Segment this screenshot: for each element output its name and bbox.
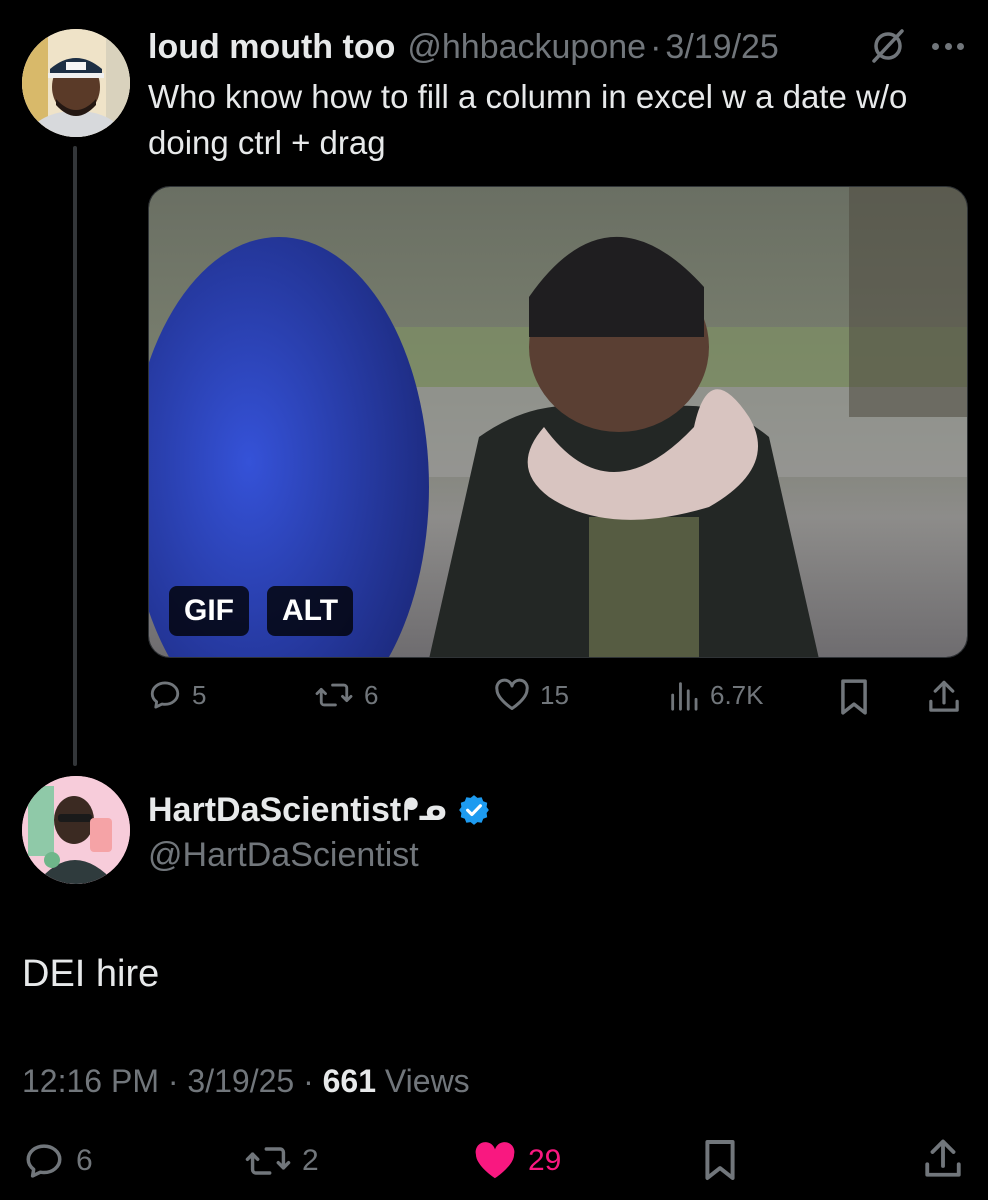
like-icon <box>475 1142 515 1179</box>
gif-badge: GIF <box>169 586 249 636</box>
share-button[interactable] <box>926 678 962 716</box>
tweet-media-gif[interactable]: GIF ALT <box>148 186 968 658</box>
name-emoji: ᖰᓄ <box>403 793 447 827</box>
bookmark-icon <box>841 679 867 715</box>
like-count: 29 <box>528 1144 562 1177</box>
reply-author-line: HartDaScientist ᖰᓄ <box>148 786 491 834</box>
repost-button[interactable]: 2 <box>244 1140 319 1182</box>
share-icon <box>929 680 959 712</box>
repost-icon <box>315 683 353 707</box>
reply-icon <box>150 681 180 709</box>
reply-time[interactable]: 12:16 PM <box>22 1063 159 1099</box>
more-icon[interactable] <box>928 36 968 56</box>
reply-author-name[interactable]: HartDaScientist <box>148 791 401 830</box>
mute-icon[interactable] <box>868 26 908 66</box>
like-button[interactable]: 15 <box>494 678 569 712</box>
reply-author-handle[interactable]: @HartDaScientist <box>148 834 419 876</box>
thread-line <box>73 146 77 766</box>
avatar[interactable] <box>22 776 130 884</box>
bookmark-button[interactable] <box>702 1136 738 1184</box>
share-icon <box>925 1139 961 1177</box>
reply-button[interactable]: 6 <box>22 1140 93 1182</box>
separator-dot: · <box>167 1063 179 1099</box>
views-button[interactable]: 6.7K <box>668 678 764 712</box>
like-icon <box>495 678 529 710</box>
views-icon <box>671 682 698 711</box>
tweet-date[interactable]: 3/19/25 <box>665 28 778 67</box>
verified-badge-icon[interactable] <box>457 793 491 827</box>
like-count: 15 <box>540 679 569 710</box>
reply-date[interactable]: 3/19/25 <box>187 1063 294 1099</box>
bookmark-icon <box>705 1140 735 1180</box>
reply-meta: 12:16 PM · 3/19/25 · 661 Views <box>22 1060 470 1102</box>
reply-count: 5 <box>192 679 207 710</box>
reply-views-count: 661 <box>322 1063 376 1099</box>
author-name[interactable]: loud mouth too <box>148 28 395 67</box>
reply-icon <box>26 1144 62 1178</box>
separator-dot: · <box>303 1063 314 1099</box>
tweet-text: Who know how to fill a column in excel w… <box>148 78 908 161</box>
author-handle[interactable]: @hhbackupone <box>407 28 646 67</box>
reply-button[interactable]: 5 <box>148 678 206 712</box>
alt-badge[interactable]: ALT <box>267 586 354 636</box>
bookmark-button[interactable] <box>838 678 870 716</box>
like-button[interactable]: 29 <box>472 1140 561 1182</box>
separator-dot: · <box>650 27 662 66</box>
repost-button[interactable]: 6 <box>314 678 378 712</box>
repost-icon <box>245 1147 291 1175</box>
reply-count: 6 <box>76 1144 93 1177</box>
reply-text: DEI hire <box>22 953 160 995</box>
reply-views-label: Views <box>384 1063 470 1099</box>
repost-count: 6 <box>364 679 379 710</box>
repost-count: 2 <box>302 1144 319 1177</box>
share-button[interactable] <box>922 1136 964 1182</box>
tweet-header: loud mouth too @hhbackupone · 3/19/25 <box>148 24 779 70</box>
views-count: 6.7K <box>710 679 764 710</box>
avatar[interactable] <box>22 29 130 137</box>
